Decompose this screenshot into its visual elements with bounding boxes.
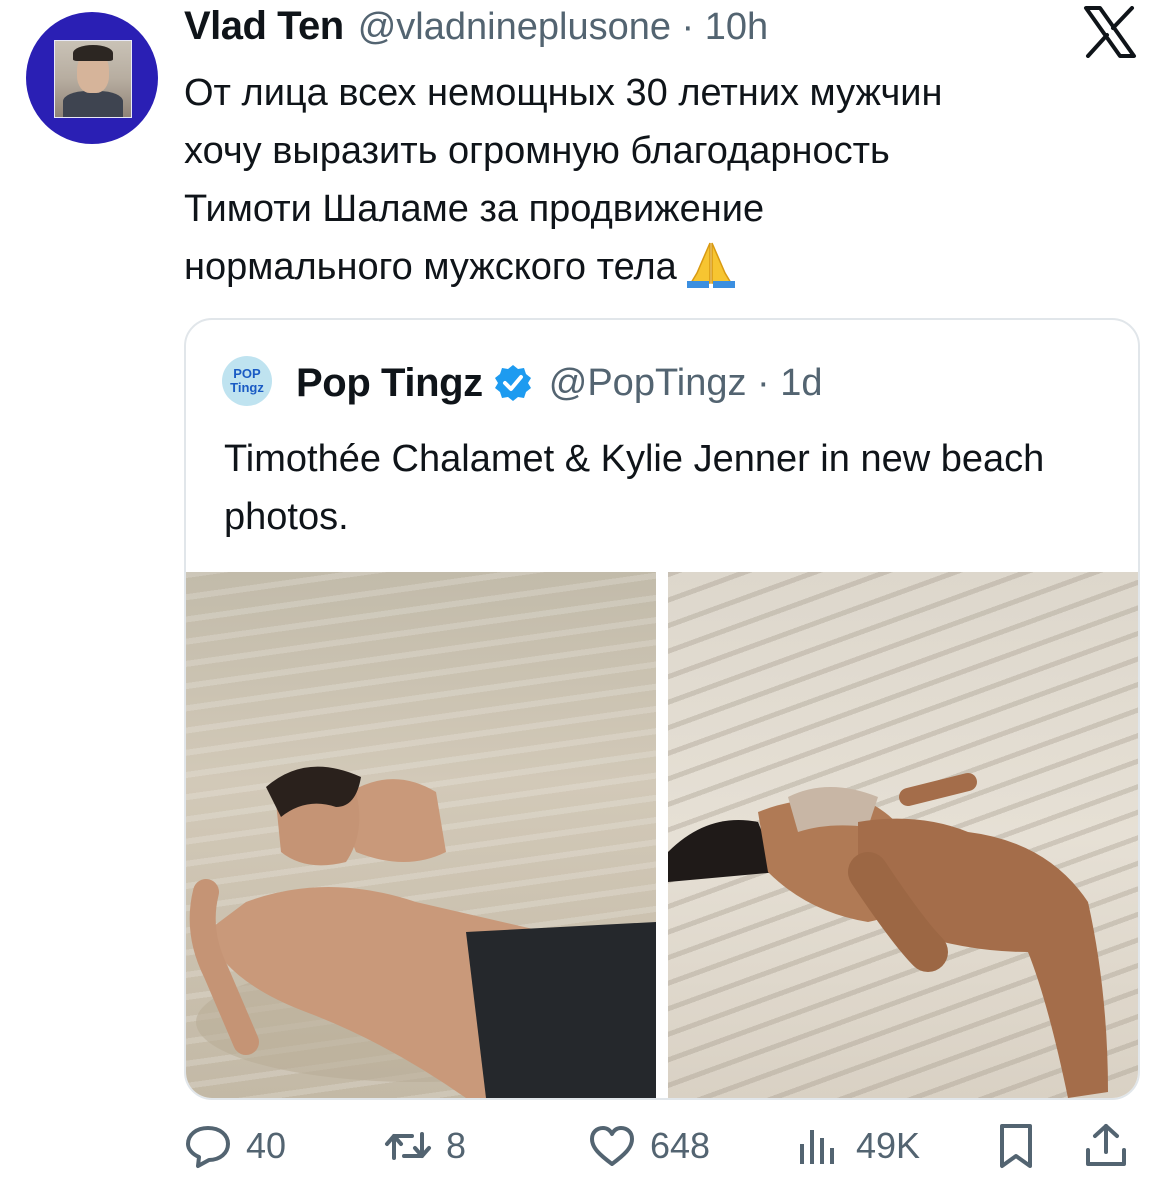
author-name[interactable]: Vlad Ten — [184, 4, 344, 49]
media-photo-left[interactable] — [186, 572, 656, 1098]
quoted-tweet-header: Pop Tingz @PopTingz · 1d — [296, 358, 823, 408]
quoted-tweet-text: Timothée Chalamet & Kylie Jenner in new … — [224, 438, 1045, 538]
tweet-text-line-last: нормального мужского тела — [184, 238, 1124, 296]
beach-photo-illustration — [189, 766, 656, 1098]
quoted-author-avatar[interactable]: POP Tingz — [222, 356, 272, 406]
share-button[interactable] — [1082, 1118, 1130, 1174]
like-count: 648 — [650, 1125, 711, 1166]
bookmark-button[interactable] — [992, 1118, 1040, 1174]
meta-separator: · — [757, 361, 770, 404]
folded-hands-icon — [686, 242, 735, 288]
share-icon — [1086, 1124, 1126, 1166]
bookmark-icon — [1000, 1124, 1032, 1168]
verified-badge-icon — [494, 365, 531, 401]
tweet-header: Vlad Ten @vladnineplusone · 10h — [184, 4, 768, 56]
tweet-text-line: нормального мужского тела — [184, 246, 677, 288]
tweet-text-line: Тимоти Шаламе за продвижение — [184, 188, 765, 230]
author-avatar[interactable] — [26, 12, 158, 144]
views-icon — [800, 1130, 834, 1164]
quoted-author-handle[interactable]: @PopTingz — [549, 362, 747, 404]
reply-icon — [186, 1126, 230, 1168]
retweet-icon — [385, 1132, 431, 1160]
author-meta: @vladnineplusone · 10h — [358, 6, 768, 49]
tweet-actions-bar: 40 8 648 49K — [184, 1118, 1136, 1174]
quoted-tweet-card[interactable]: POP Tingz Pop Tingz @PopTingz · 1d Timot… — [184, 318, 1140, 1100]
media-grid — [186, 572, 1138, 1098]
x-logo-icon — [1084, 6, 1136, 58]
views-button[interactable]: 49K — [794, 1118, 920, 1174]
heart-icon — [590, 1126, 634, 1166]
author-handle[interactable]: @vladnineplusone — [358, 6, 671, 48]
beach-photo-illustration — [668, 773, 1108, 1098]
like-button[interactable]: 648 — [588, 1118, 710, 1174]
tweet-text-line: хочу выразить огромную благодарность — [184, 130, 890, 172]
quoted-tweet-time[interactable]: 1d — [780, 362, 822, 404]
tweet-text-line: От лица всех немощных 30 летних мужчин — [184, 72, 943, 114]
retweet-count: 8 — [446, 1125, 467, 1166]
avatar-photo — [54, 40, 132, 118]
views-count: 49K — [856, 1125, 921, 1166]
meta-separator: · — [681, 6, 695, 48]
reply-count: 40 — [246, 1125, 287, 1166]
reply-button[interactable]: 40 — [184, 1118, 286, 1174]
quoted-author-meta: @PopTingz · 1d — [549, 362, 823, 405]
tweet-time[interactable]: 10h — [705, 6, 768, 48]
retweet-button[interactable]: 8 — [384, 1118, 466, 1174]
quoted-author-name[interactable]: Pop Tingz — [296, 361, 483, 406]
tweet-text: От лица всех немощных 30 летних мужчин х… — [184, 64, 1124, 296]
media-photo-right[interactable] — [668, 572, 1138, 1098]
